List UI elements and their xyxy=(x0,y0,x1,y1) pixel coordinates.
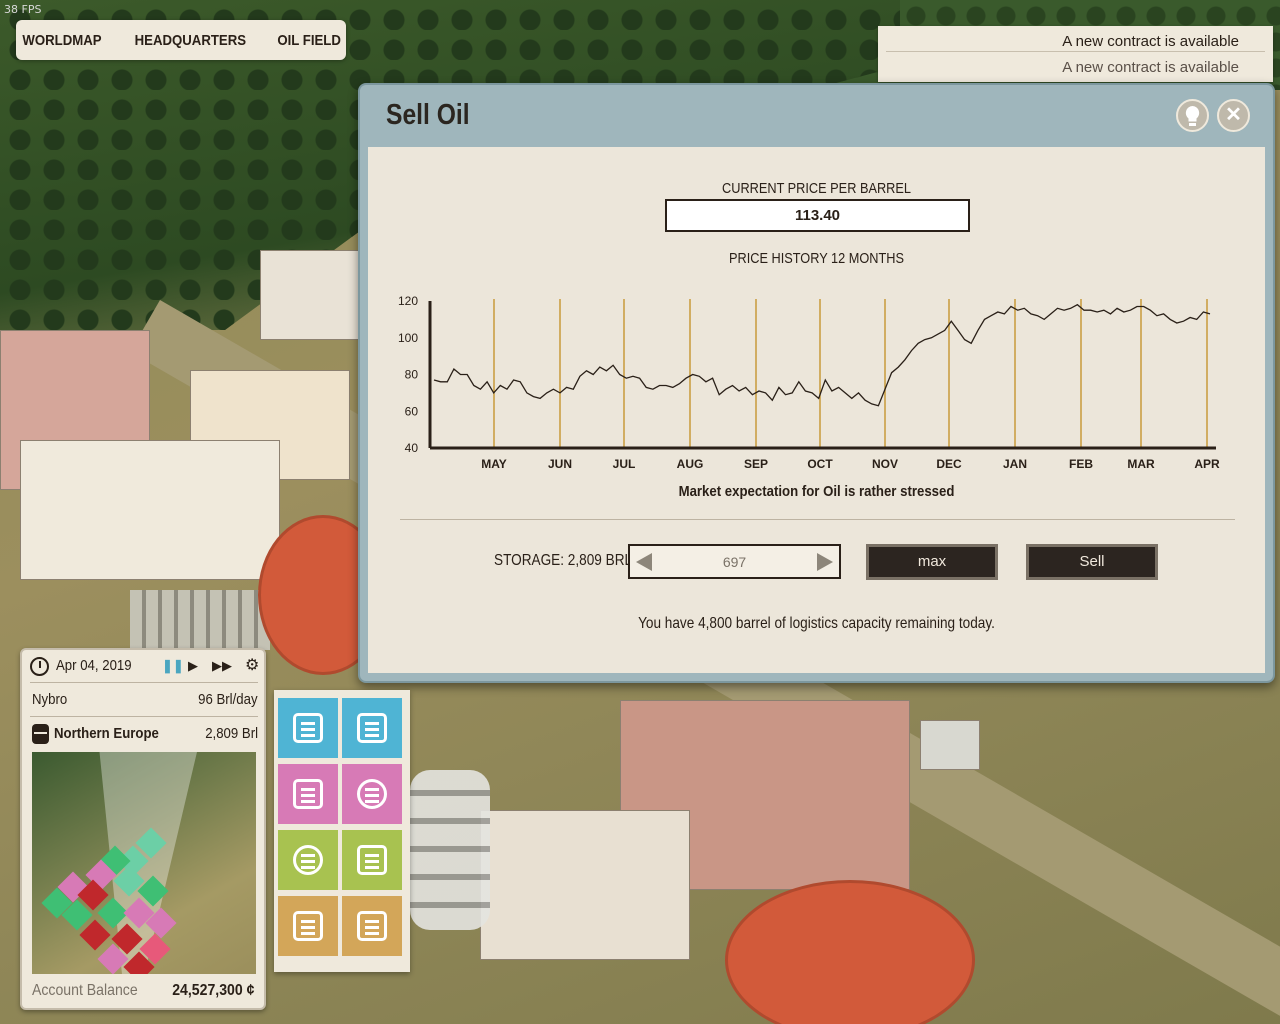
x-tick-label: MAR xyxy=(1127,457,1155,471)
minimap[interactable] xyxy=(32,752,256,974)
play-icon[interactable]: ▶ xyxy=(188,658,198,674)
quantity-stepper[interactable]: 697 xyxy=(628,544,841,579)
logistics-capacity-text: You have 4,800 barrel of logistics capac… xyxy=(638,615,995,632)
location-name: Nybro xyxy=(32,691,68,708)
current-price-label: CURRENT PRICE PER BARREL xyxy=(722,180,911,197)
region-name: Northern Europe xyxy=(54,725,159,742)
location-rate: 96 Brl/day xyxy=(198,691,258,708)
x-tick-label: DEC xyxy=(936,457,962,471)
y-tick-label: 40 xyxy=(405,441,419,455)
date-row: Apr 04, 2019 ❚❚ ▶ ▶▶ ⚙ xyxy=(30,652,259,680)
nav-headquarters[interactable]: HEADQUARTERS xyxy=(134,32,245,49)
location-row[interactable]: Nybro 96 Brl/day xyxy=(30,686,258,714)
y-tick-label: 120 xyxy=(398,294,418,308)
gear-icon[interactable]: ⚙ xyxy=(245,655,259,675)
contracts-button[interactable] xyxy=(278,698,338,758)
y-tick-label: 80 xyxy=(405,368,419,382)
gas-tanks xyxy=(410,770,490,930)
nav-worldmap[interactable]: WORLDMAP xyxy=(22,32,101,49)
price-line xyxy=(433,303,1211,407)
minimap-tile xyxy=(79,919,111,951)
archive-button[interactable] xyxy=(342,896,402,956)
storage-label: STORAGE: 2,809 BRL xyxy=(494,552,633,569)
increase-arrow-icon[interactable] xyxy=(817,553,833,571)
x-tick-label: OCT xyxy=(807,457,833,471)
x-tick-label: FEB xyxy=(1069,457,1093,471)
notification-item[interactable]: A new contract is available xyxy=(886,52,1265,78)
quantity-value[interactable]: 697 xyxy=(630,554,839,570)
notes-button[interactable] xyxy=(278,896,338,956)
logistics-button[interactable] xyxy=(342,764,402,824)
document-list-icon xyxy=(293,713,323,743)
price-history-label: PRICE HISTORY 12 MONTHS xyxy=(728,250,904,267)
max-button[interactable]: max xyxy=(866,544,998,580)
lightbulb-icon[interactable] xyxy=(1176,99,1209,132)
x-tick-label: JUL xyxy=(613,457,636,471)
notification-list: A new contract is available A new contra… xyxy=(878,26,1273,82)
close-icon[interactable]: ✕ xyxy=(1217,99,1250,132)
x-tick-label: MAY xyxy=(481,457,507,471)
sell-button[interactable]: Sell xyxy=(1026,544,1158,580)
y-tick-label: 100 xyxy=(398,331,418,345)
divider xyxy=(30,716,258,717)
fps-counter: 38 FPS xyxy=(4,3,42,16)
delivery-truck-icon xyxy=(357,779,387,809)
x-tick-label: JAN xyxy=(1003,457,1027,471)
region-storage: 2,809 Brl xyxy=(205,725,258,742)
building[interactable] xyxy=(20,440,280,580)
info-panel: Apr 04, 2019 ❚❚ ▶ ▶▶ ⚙ Nybro 96 Brl/day … xyxy=(20,648,266,1010)
pipeline-button[interactable] xyxy=(342,830,402,890)
finance-button[interactable] xyxy=(278,764,338,824)
dialog-title: Sell Oil xyxy=(386,99,470,131)
top-navigation: WORLDMAP HEADQUARTERS OIL FIELD xyxy=(16,20,346,60)
clock-icon xyxy=(30,657,49,676)
calculator-icon xyxy=(293,779,323,809)
notification-item[interactable]: A new contract is available xyxy=(886,26,1265,52)
wheelbarrow-icon xyxy=(357,713,387,743)
nav-oil-field[interactable]: OIL FIELD xyxy=(278,32,342,49)
x-tick-label: NOV xyxy=(872,457,898,471)
pause-icon[interactable]: ❚❚ xyxy=(162,658,184,674)
building[interactable] xyxy=(920,720,980,770)
region-row[interactable]: Northern Europe 2,809 Brl xyxy=(30,720,258,748)
binders-icon xyxy=(357,911,387,941)
barrel-icon xyxy=(32,724,49,744)
y-tick-label: 60 xyxy=(405,404,419,418)
divider xyxy=(30,682,258,683)
dialog-body: CURRENT PRICE PER BARREL 113.40 PRICE HI… xyxy=(368,147,1265,673)
pipeline xyxy=(130,590,270,650)
construction-button[interactable] xyxy=(342,698,402,758)
action-grid xyxy=(274,690,410,972)
research-button[interactable] xyxy=(278,830,338,890)
price-history-chart: MAY JUN JUL AUG SEP OCT NOV DEC JAN FEB MAR APR 120 1… xyxy=(398,294,1220,471)
account-balance-label: Account Balance xyxy=(32,982,138,999)
fast-forward-icon[interactable]: ▶▶ xyxy=(212,658,232,674)
brain-icon xyxy=(293,845,323,875)
building[interactable] xyxy=(480,810,690,960)
divider xyxy=(400,519,1235,520)
sell-oil-dialog: Sell Oil ✕ CURRENT PRICE PER BARREL 113.… xyxy=(358,83,1275,683)
notebook-icon xyxy=(293,911,323,941)
x-tick-label: SEP xyxy=(744,457,768,471)
x-tick-label: JUN xyxy=(548,457,572,471)
building[interactable] xyxy=(260,250,360,340)
pipe-icon xyxy=(357,845,387,875)
account-balance-value: 24,527,300 ¢ xyxy=(171,982,254,999)
current-date: Apr 04, 2019 xyxy=(56,657,132,674)
current-price-value: 113.40 xyxy=(665,199,970,232)
market-expectation-text: Market expectation for Oil is rather str… xyxy=(678,483,955,500)
x-tick-label: APR xyxy=(1194,457,1220,471)
x-tick-label: AUG xyxy=(677,457,704,471)
